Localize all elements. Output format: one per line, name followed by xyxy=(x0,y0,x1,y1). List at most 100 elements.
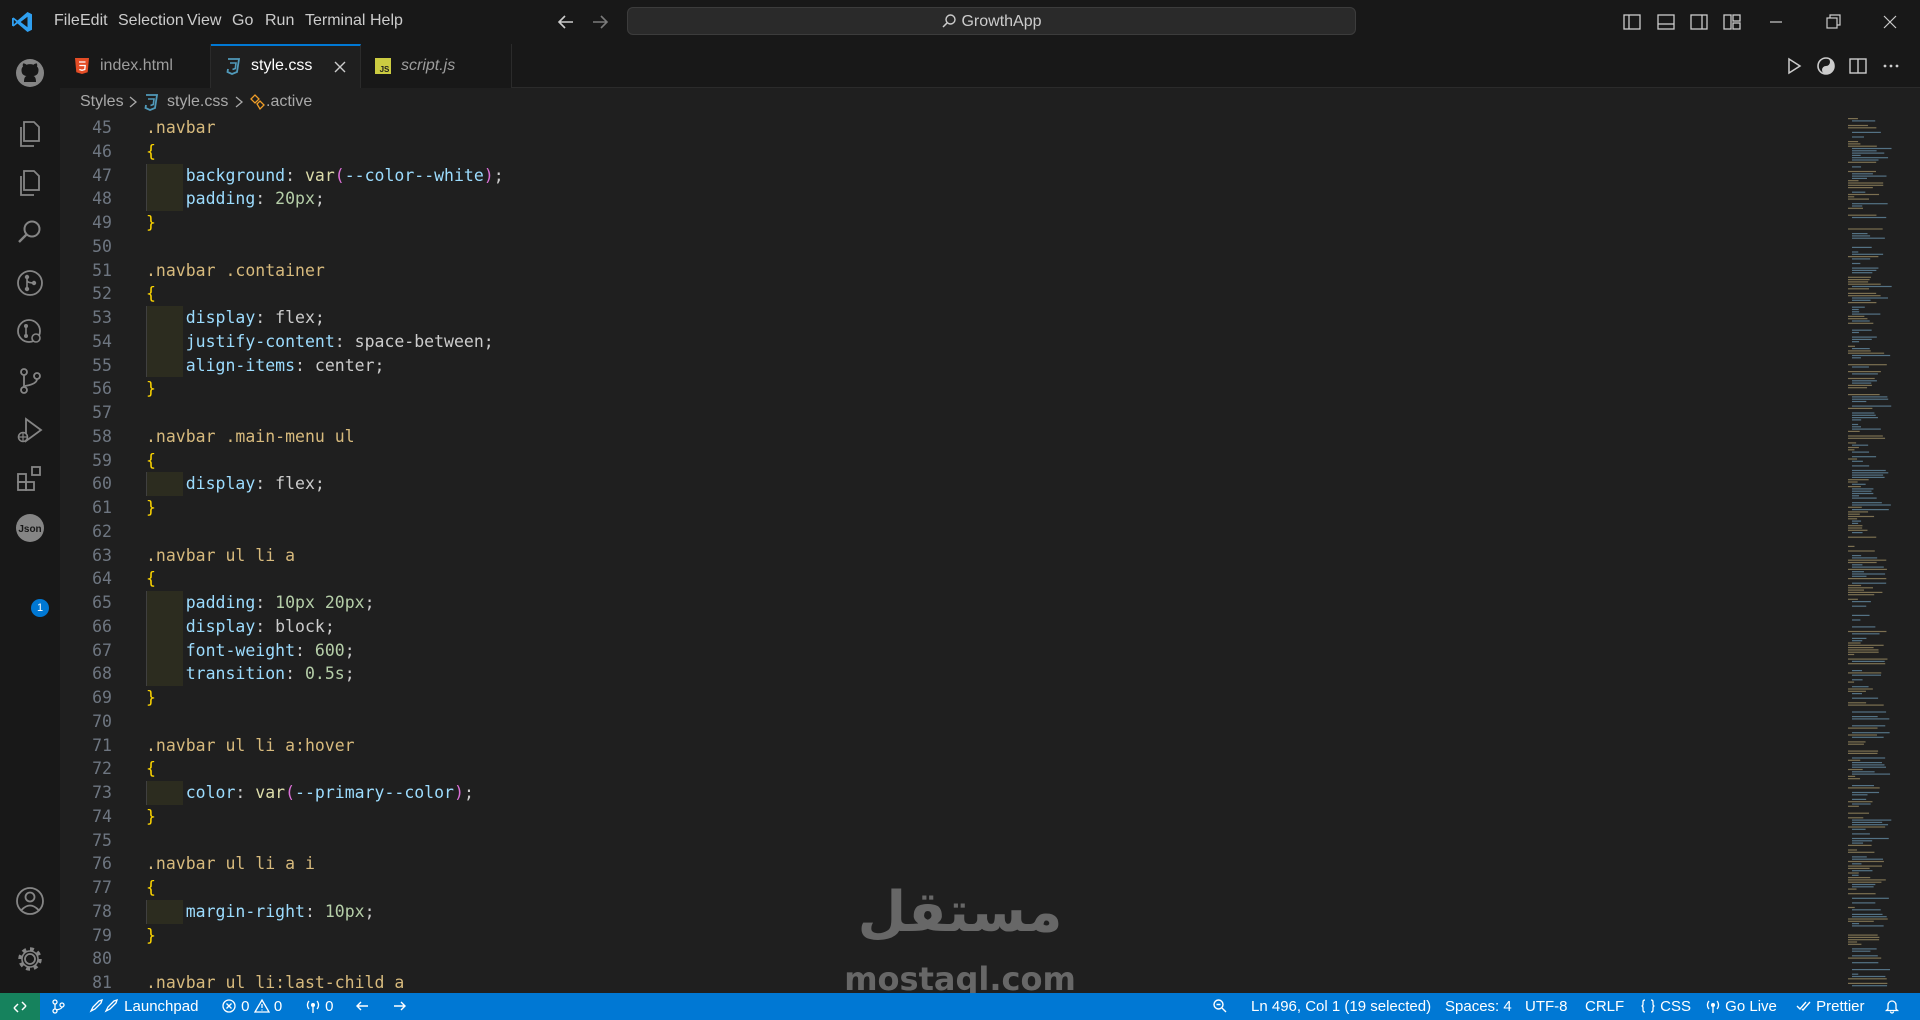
breadcrumb-folder[interactable]: Styles xyxy=(80,93,124,111)
eol-setting[interactable]: CRLF xyxy=(1585,998,1624,1015)
go-live-button[interactable]: Go Live xyxy=(1705,998,1777,1015)
ports-indicator[interactable]: 0 xyxy=(305,998,334,1015)
cursor-position[interactable]: Ln 496, Col 1 (19 selected) xyxy=(1251,998,1431,1015)
zoom-icon[interactable] xyxy=(1212,998,1228,1015)
go-back-icon[interactable] xyxy=(555,11,577,33)
code-line[interactable]: 51 .navbar .container xyxy=(60,259,1780,283)
code-line[interactable]: 64 { xyxy=(60,567,1780,591)
menu-view[interactable]: View xyxy=(187,12,221,30)
open-preview-icon[interactable] xyxy=(1816,56,1836,76)
minimap[interactable] xyxy=(1840,116,1920,993)
gitlens-icon[interactable] xyxy=(13,266,47,300)
explorer-icon-2[interactable] xyxy=(13,166,47,200)
remote-indicator[interactable] xyxy=(0,993,40,1020)
customize-layout-icon[interactable] xyxy=(1722,12,1742,32)
toggle-primary-sidebar-icon[interactable] xyxy=(1622,12,1642,32)
tab-label: style.css xyxy=(251,57,313,74)
toggle-panel-icon[interactable] xyxy=(1656,12,1676,32)
menu-go[interactable]: Go xyxy=(232,12,253,30)
code-line[interactable]: 63 .navbar ul li a xyxy=(60,544,1780,568)
menu-terminal[interactable]: Terminal xyxy=(305,12,365,30)
menu-file[interactable]: File xyxy=(54,12,80,30)
code-line[interactable]: 59 { xyxy=(60,449,1780,473)
code-line[interactable]: 53 display: flex; xyxy=(60,306,1780,330)
code-line[interactable]: 49} xyxy=(60,211,1780,235)
code-line[interactable]: 74} xyxy=(60,805,1780,829)
code-line[interactable]: 50 xyxy=(60,235,1780,259)
menu-selection[interactable]: Selection xyxy=(118,12,184,30)
close-window-icon[interactable] xyxy=(1880,12,1900,32)
code-line[interactable]: 58 .navbar .main-menu ul xyxy=(60,425,1780,449)
go-forward-icon[interactable] xyxy=(589,11,611,33)
code-line[interactable]: 57 xyxy=(60,401,1780,425)
explorer-icon[interactable] xyxy=(13,117,47,151)
run-icon[interactable] xyxy=(1784,56,1804,76)
code-line[interactable]: 75 xyxy=(60,829,1780,853)
code-editor[interactable]: 45 .navbar 46 {47 background: var(--color--… xyxy=(60,116,1920,993)
code-line[interactable]: 61} xyxy=(60,496,1780,520)
notifications-bell-icon[interactable] xyxy=(1884,998,1900,1015)
nav-back-status-icon[interactable] xyxy=(354,998,370,1015)
code-line[interactable]: 54 justify-content: space-between; xyxy=(60,329,1780,354)
code-line[interactable]: 68 transition: 0.5s; xyxy=(60,662,1780,686)
line-code: .navbar ul li a:hover xyxy=(146,735,355,755)
run-debug-icon[interactable] xyxy=(13,413,47,447)
source-control-icon[interactable] xyxy=(13,364,47,398)
language-mode[interactable]: CSS xyxy=(1640,998,1691,1015)
tab-style-css[interactable]: style.css xyxy=(211,44,361,88)
menu-run[interactable]: Run xyxy=(265,12,294,30)
code-line[interactable]: 70 xyxy=(60,710,1780,734)
command-center-search[interactable]: GrowthApp xyxy=(627,7,1356,35)
code-line[interactable]: 47 background: var(--color--white); xyxy=(60,163,1780,188)
code-line[interactable]: 66 display: block; xyxy=(60,614,1780,639)
tab-index-html[interactable]: index.html xyxy=(60,44,211,88)
restore-icon[interactable] xyxy=(1823,12,1843,32)
code-line[interactable]: 60 display: flex; xyxy=(60,472,1780,496)
toggle-secondary-sidebar-icon[interactable] xyxy=(1689,12,1709,32)
minimize-icon[interactable] xyxy=(1766,12,1786,32)
settings-icon[interactable] xyxy=(13,942,47,976)
code-line[interactable]: 72 { xyxy=(60,757,1780,781)
menu-help[interactable]: Help xyxy=(370,12,403,30)
error-count: 0 xyxy=(241,998,250,1015)
code-line[interactable]: 71 .navbar ul li a:hover xyxy=(60,734,1780,758)
code-line[interactable]: 67 font-weight: 600; xyxy=(60,638,1780,663)
minimap-line xyxy=(1848,276,1871,278)
split-editor-icon[interactable] xyxy=(1848,56,1868,76)
code-line[interactable]: 56} xyxy=(60,377,1780,401)
menu-edit[interactable]: Edit xyxy=(80,12,108,30)
search-icon[interactable] xyxy=(13,216,47,250)
code-line[interactable]: 48 padding: 20px; xyxy=(60,187,1780,211)
code-line[interactable]: 69} xyxy=(60,686,1780,710)
code-line[interactable]: 76 .navbar ul li a i xyxy=(60,852,1780,876)
more-actions-icon[interactable] xyxy=(1881,56,1901,76)
gitlens-status-icon[interactable] xyxy=(50,998,66,1015)
nav-forward-status-icon[interactable] xyxy=(392,998,408,1015)
account-icon[interactable] xyxy=(13,884,47,918)
vscode-logo-icon[interactable] xyxy=(10,10,34,34)
code-line[interactable]: 62 xyxy=(60,520,1780,544)
minimap-line xyxy=(1848,872,1859,874)
code-line[interactable]: 52 { xyxy=(60,282,1780,306)
prettier-status[interactable]: Prettier xyxy=(1796,998,1865,1015)
code-line[interactable]: 65 padding: 10px 20px; xyxy=(60,591,1780,615)
indentation-setting[interactable]: Spaces: 4 xyxy=(1445,998,1512,1015)
code-line[interactable]: 45 .navbar xyxy=(60,116,1780,140)
code-line[interactable]: 46 { xyxy=(60,140,1780,164)
code-line[interactable]: 73 color: var(--primary--color); xyxy=(60,781,1780,805)
encoding-setting[interactable]: UTF-8 xyxy=(1525,998,1568,1015)
launchpad-button[interactable]: Launchpad xyxy=(88,998,198,1015)
tab-script-js[interactable]: JS script.js xyxy=(361,44,512,88)
breadcrumb-symbol[interactable]: .active xyxy=(266,93,312,111)
close-tab-icon[interactable] xyxy=(332,59,348,75)
gitlens-inspect-icon[interactable] xyxy=(13,315,47,349)
minimap-line xyxy=(1852,175,1887,177)
json-icon[interactable]: Json xyxy=(13,511,47,545)
code-line[interactable]: 55 align-items: center; xyxy=(60,353,1780,378)
breadcrumb-file[interactable]: style.css xyxy=(167,93,228,111)
problems-indicator[interactable]: 0 0 xyxy=(221,998,282,1015)
minimap-line xyxy=(1852,246,1872,248)
github-icon[interactable] xyxy=(13,56,47,90)
extensions-icon[interactable] xyxy=(13,462,47,496)
line-code: .navbar .main-menu ul xyxy=(146,426,355,446)
